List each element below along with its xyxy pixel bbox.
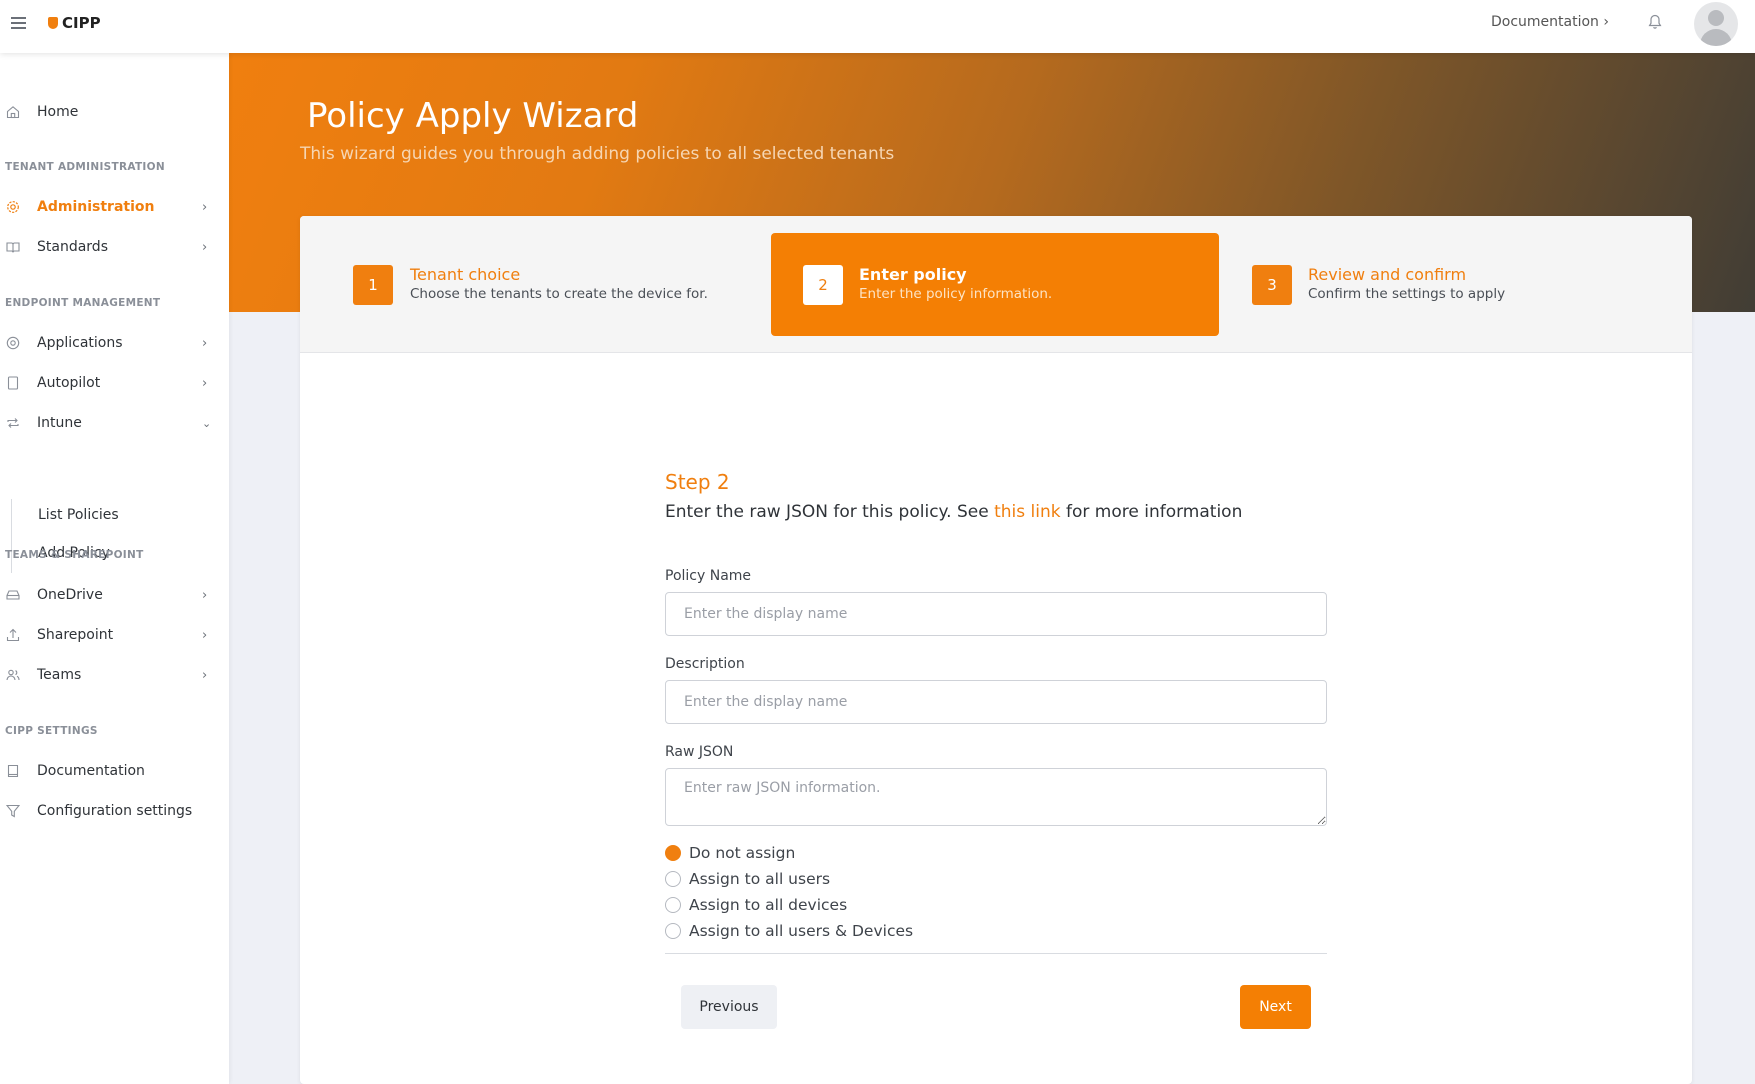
sidebar-subitem-list-policies[interactable]: List Policies	[38, 507, 119, 523]
step-title: Enter policy	[859, 265, 967, 284]
book-icon	[7, 764, 19, 778]
previous-button[interactable]: Previous	[681, 985, 777, 1029]
gear-icon	[7, 201, 19, 213]
sidebar-item-label: Applications	[37, 335, 123, 351]
sidebar-item-administration[interactable]: Administration ›	[0, 193, 229, 221]
step-description: Confirm the settings to apply	[1308, 286, 1506, 302]
sidebar-item-label: Intune	[37, 415, 82, 431]
chevron-right-icon: ›	[202, 627, 208, 643]
radio-button[interactable]	[665, 897, 681, 913]
wizard-steps: 1 Tenant choice Choose the tenants to cr…	[300, 216, 1692, 353]
chevron-right-icon: ›	[202, 199, 208, 215]
sidebar-item-teams[interactable]: Teams ›	[0, 661, 229, 689]
sidebar-item-label: OneDrive	[37, 587, 103, 603]
sidebar-item-applications[interactable]: Applications ›	[0, 329, 229, 357]
hamburger-menu-icon[interactable]	[11, 17, 26, 29]
policy-name-input[interactable]	[665, 592, 1327, 636]
step-instruction: Enter the raw JSON for this policy. See …	[665, 502, 1243, 522]
sidebar-item-intune[interactable]: Intune ⌄	[0, 409, 229, 437]
sidebar-item-onedrive[interactable]: OneDrive ›	[0, 581, 229, 609]
step-title: Tenant choice	[410, 265, 521, 284]
home-icon	[6, 106, 20, 119]
section-title-teams-sharepoint: TEAMS & SHAREPOINT	[5, 549, 144, 561]
sidebar-item-documentation[interactable]: Documentation	[0, 757, 229, 785]
top-bar: CIPP Documentation ›	[0, 0, 1755, 53]
sidebar-item-label: Configuration settings	[37, 803, 193, 819]
chevron-right-icon: ›	[202, 375, 208, 391]
description-input[interactable]	[665, 680, 1327, 724]
radio-button[interactable]	[665, 845, 681, 861]
app-brand[interactable]: CIPP	[48, 14, 101, 32]
raw-json-label: Raw JSON	[665, 744, 734, 760]
chevron-right-icon: ›	[202, 587, 208, 603]
description-label: Description	[665, 656, 745, 672]
bell-icon[interactable]	[1648, 14, 1662, 30]
sidebar-item-standards[interactable]: Standards ›	[0, 233, 229, 261]
app-name: CIPP	[62, 14, 101, 32]
sidebar-item-autopilot[interactable]: Autopilot ›	[0, 369, 229, 397]
radio-label: Assign to all devices	[689, 896, 848, 914]
wizard-step-2[interactable]: 2 Enter policy Enter the policy informat…	[771, 233, 1219, 336]
users-icon	[6, 669, 20, 681]
section-title-tenant-administration: TENANT ADMINISTRATION	[5, 161, 165, 173]
sidebar-item-label: Administration	[37, 199, 155, 215]
radio-assign-all-users[interactable]: Assign to all users	[665, 870, 830, 888]
step-description: Choose the tenants to create the device …	[410, 286, 708, 302]
documentation-link[interactable]: Documentation ›	[1491, 14, 1609, 30]
step-number: 2	[803, 265, 843, 305]
radio-button[interactable]	[665, 871, 681, 887]
page-subtitle: This wizard guides you through adding po…	[300, 144, 895, 164]
form-divider	[665, 953, 1327, 954]
sidebar-item-home[interactable]: Home	[0, 98, 229, 126]
wizard-card: 1 Tenant choice Choose the tenants to cr…	[300, 216, 1692, 1084]
cipp-logo-icon	[48, 17, 58, 29]
radio-assign-all-devices[interactable]: Assign to all devices	[665, 896, 847, 914]
section-title-cipp-settings: CIPP SETTINGS	[5, 725, 98, 737]
radio-assign-all-users-devices[interactable]: Assign to all users & Devices	[665, 922, 913, 940]
tablet-icon	[7, 376, 19, 390]
sidebar: Home TENANT ADMINISTRATION Administratio…	[0, 53, 229, 1084]
chevron-right-icon: ›	[202, 239, 208, 255]
hard-drive-icon	[6, 590, 20, 600]
step-number: 3	[1252, 265, 1292, 305]
radio-label: Assign to all users & Devices	[689, 922, 914, 940]
next-button[interactable]: Next	[1240, 985, 1311, 1029]
step-title: Review and confirm	[1308, 265, 1467, 284]
sidebar-item-label: Standards	[37, 239, 108, 255]
step-description: Enter the policy information.	[859, 286, 1053, 302]
chrome-icon	[6, 336, 20, 350]
submenu-guide-line	[11, 499, 12, 573]
chevron-right-icon: ›	[202, 335, 208, 351]
step-number: 1	[353, 265, 393, 305]
radio-label: Do not assign	[689, 844, 796, 862]
chevron-down-icon: ⌄	[202, 416, 212, 430]
info-link[interactable]: this link	[994, 502, 1061, 522]
sidebar-item-label: Autopilot	[37, 375, 101, 391]
chevron-right-icon: ›	[202, 667, 208, 683]
step-heading: Step 2	[665, 470, 730, 494]
sidebar-item-label: Sharepoint	[37, 627, 114, 643]
raw-json-textarea[interactable]	[665, 768, 1327, 826]
page-title: Policy Apply Wizard	[307, 96, 639, 136]
policy-name-label: Policy Name	[665, 568, 752, 584]
sidebar-item-label: Documentation	[37, 763, 145, 779]
sidebar-item-label: Home	[37, 104, 79, 120]
section-title-endpoint-management: ENDPOINT MANAGEMENT	[5, 297, 161, 309]
wizard-step-3[interactable]: 3 Review and confirm Confirm the setting…	[1219, 233, 1667, 336]
radio-label: Assign to all users	[689, 870, 831, 888]
upload-icon	[6, 628, 20, 642]
repeat-icon	[7, 418, 19, 428]
filter-icon	[6, 804, 20, 818]
radio-button[interactable]	[665, 923, 681, 939]
sidebar-item-label: Teams	[37, 667, 82, 683]
sidebar-item-configuration-settings[interactable]: Configuration settings	[0, 797, 229, 825]
radio-do-not-assign[interactable]: Do not assign	[665, 844, 795, 862]
sidebar-item-sharepoint[interactable]: Sharepoint ›	[0, 621, 229, 649]
wizard-step-1[interactable]: 1 Tenant choice Choose the tenants to cr…	[300, 233, 748, 336]
user-avatar[interactable]	[1694, 2, 1738, 46]
book-open-icon	[6, 242, 20, 253]
